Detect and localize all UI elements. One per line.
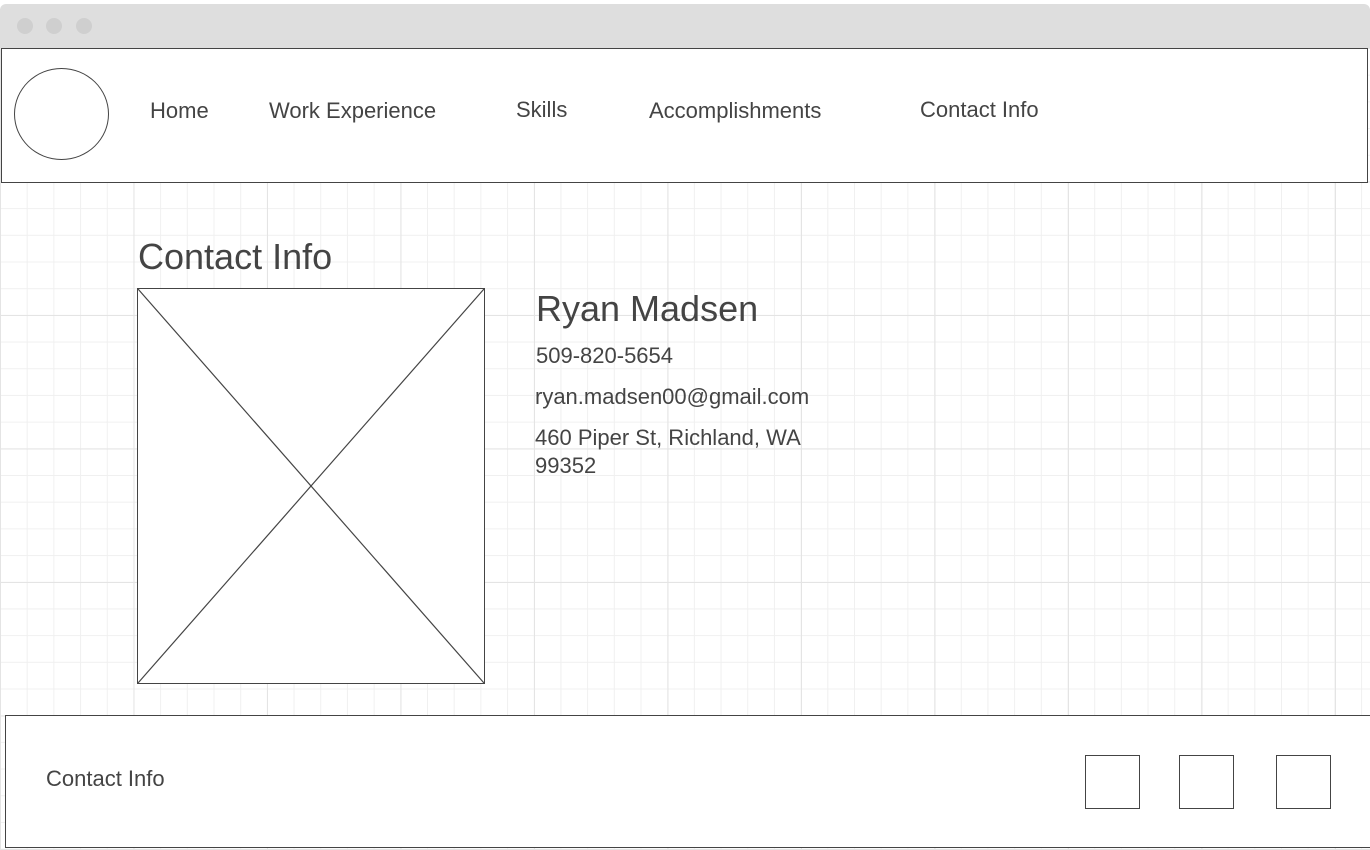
maximize-window-icon[interactable]: [76, 18, 92, 34]
window-titlebar: [0, 4, 1370, 48]
nav-item-work-experience[interactable]: Work Experience: [269, 98, 436, 124]
contact-address-line-1: 460 Piper St, Richland, WA: [535, 425, 801, 450]
contact-email: ryan.madsen00@gmail.com: [535, 384, 810, 409]
social-link-3-icon[interactable]: [1276, 755, 1331, 809]
contact-name: Ryan Madsen: [536, 288, 759, 329]
contact-address-line-2: 99352: [535, 453, 597, 478]
close-window-icon[interactable]: [17, 18, 33, 34]
nav-item-home[interactable]: Home: [150, 98, 209, 124]
site-header: Home Work Experience Skills Accomplishme…: [1, 48, 1368, 183]
logo-placeholder[interactable]: [14, 68, 109, 160]
profile-image-placeholder: [137, 288, 485, 684]
browser-window: Home Work Experience Skills Accomplishme…: [0, 0, 1370, 850]
image-placeholder-icon: [138, 289, 484, 683]
page-title: Contact Info: [138, 236, 333, 277]
contact-phone: 509-820-5654: [536, 343, 674, 368]
nav-item-skills[interactable]: Skills: [516, 97, 567, 123]
nav-item-contact-info[interactable]: Contact Info: [920, 97, 1039, 123]
site-footer: Contact Info: [5, 715, 1370, 848]
nav-item-accomplishments[interactable]: Accomplishments: [649, 98, 821, 124]
social-link-1-icon[interactable]: [1085, 755, 1140, 809]
minimize-window-icon[interactable]: [46, 18, 62, 34]
footer-title: Contact Info: [46, 766, 165, 791]
social-link-2-icon[interactable]: [1179, 755, 1234, 809]
